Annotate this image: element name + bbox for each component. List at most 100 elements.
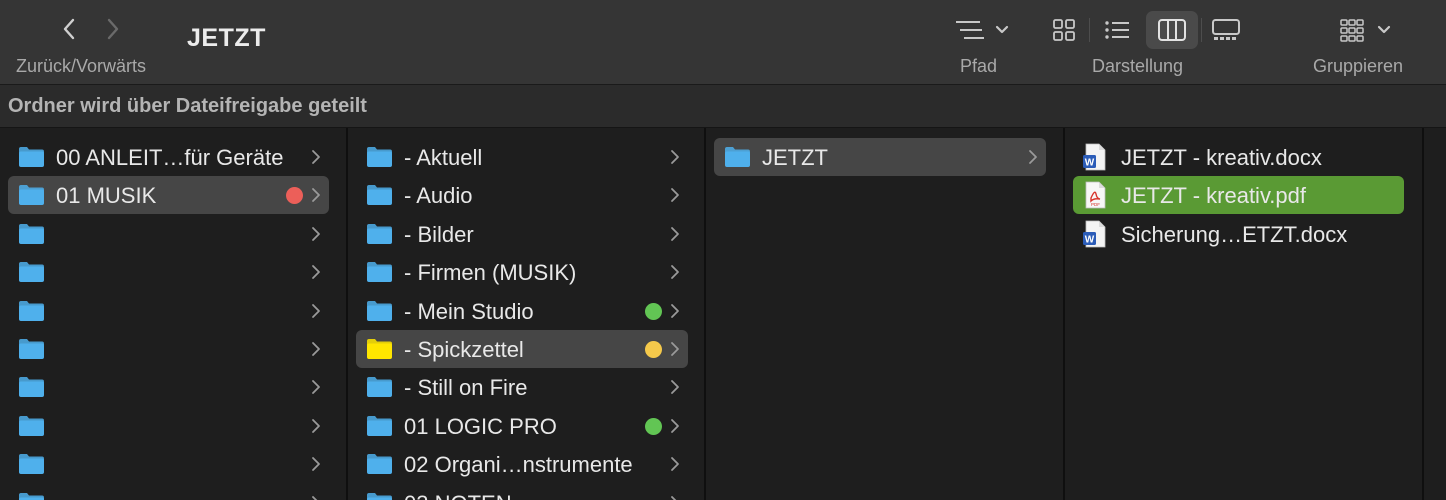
- chevron-right-icon: [311, 303, 321, 319]
- group-caption: Gruppieren: [1313, 56, 1404, 76]
- item-label: 02 Organi…nstrumente: [404, 452, 633, 478]
- folder-icon: [18, 414, 45, 437]
- chevron-right-icon: [311, 456, 321, 472]
- color-tag-red: [286, 187, 303, 205]
- folder-item[interactable]: - Aktuell: [356, 138, 688, 176]
- toolbar-divider: [1089, 18, 1090, 42]
- column-view-button[interactable]: [1156, 16, 1188, 44]
- word-document-icon: W: [1083, 143, 1107, 171]
- color-tag-yellow: [645, 341, 662, 358]
- item-label: - Still on Fire: [404, 375, 528, 401]
- gallery-view-icon: [1212, 19, 1240, 40]
- chevron-right-icon: [311, 341, 321, 357]
- grid-view-button[interactable]: [1050, 16, 1078, 44]
- chevron-right-icon: [670, 379, 680, 395]
- folder-item[interactable]: [8, 215, 329, 253]
- folder-icon: [18, 337, 45, 360]
- folder-icon: [18, 491, 45, 500]
- folder-item[interactable]: [8, 368, 329, 406]
- list-view-button[interactable]: [1103, 16, 1131, 44]
- file-item[interactable]: W Sicherung…ETZT.docx: [1073, 215, 1404, 253]
- svg-text:W: W: [1085, 234, 1095, 245]
- column-4[interactable]: W JETZT - kreativ.docx PDF JETZT - kreativ.…: [1065, 128, 1422, 500]
- file-item[interactable]: W JETZT - kreativ.docx: [1073, 138, 1404, 176]
- share-info-bar: Ordner wird über Dateifreigabe geteilt: [0, 85, 1446, 128]
- folder-item[interactable]: 00 ANLEIT…für Geräte: [8, 138, 329, 176]
- folder-item[interactable]: [8, 407, 329, 445]
- chevron-right-icon: [311, 418, 321, 434]
- folder-item[interactable]: - Still on Fire: [356, 368, 688, 406]
- folder-item[interactable]: - Firmen (MUSIK): [356, 253, 688, 291]
- group-button[interactable]: [1336, 16, 1396, 44]
- folder-icon: [18, 222, 45, 245]
- folder-item[interactable]: - Spickzettel: [356, 330, 688, 368]
- chevron-right-icon: [311, 264, 321, 280]
- folder-item[interactable]: [8, 253, 329, 291]
- chevron-right-icon: [107, 18, 119, 40]
- folder-item[interactable]: [8, 484, 329, 500]
- svg-text:PDF: PDF: [1091, 202, 1100, 207]
- folder-item[interactable]: 02 Organi…nstrumente: [356, 445, 688, 483]
- folder-item[interactable]: 01 LOGIC PRO: [356, 407, 688, 445]
- item-label: - Mein Studio: [404, 298, 534, 324]
- chevron-right-icon: [670, 187, 680, 203]
- folder-icon: [18, 452, 45, 475]
- toolbar: Zurück/Vorwärts JETZT Pfad Darstellung G…: [0, 0, 1446, 85]
- share-info-text: Ordner wird über Dateifreigabe geteilt: [8, 95, 367, 117]
- folder-item[interactable]: - Audio: [356, 176, 688, 214]
- folder-icon: [366, 260, 393, 283]
- item-label: - Spickzettel: [404, 337, 524, 362]
- item-label: - Bilder: [404, 221, 474, 247]
- item-label: - Firmen (MUSIK): [404, 260, 577, 286]
- folder-item[interactable]: [8, 445, 329, 483]
- item-label: JETZT - kreativ.docx: [1121, 145, 1322, 170]
- folder-item[interactable]: [8, 330, 329, 368]
- view-caption: Darstellung: [1092, 56, 1184, 76]
- svg-text:W: W: [1085, 158, 1095, 169]
- forward-button[interactable]: [98, 14, 128, 44]
- nav-caption: Zurück/Vorwärts: [16, 56, 147, 76]
- file-item[interactable]: PDF JETZT - kreativ.pdf: [1073, 176, 1404, 215]
- chevron-right-icon: [670, 303, 680, 319]
- path-caption: Pfad: [960, 56, 998, 76]
- folder-item[interactable]: 03 NOTEN: [356, 484, 688, 500]
- item-label: 01 LOGIC PRO: [404, 413, 557, 439]
- color-tag-green: [645, 302, 662, 320]
- chevron-right-icon: [670, 149, 680, 165]
- item-label: 03 NOTEN: [404, 491, 512, 500]
- folder-item[interactable]: - Mein Studio: [356, 292, 688, 330]
- folder-icon: [366, 222, 393, 245]
- folder-icon: [366, 375, 393, 398]
- folder-item[interactable]: JETZT: [714, 138, 1046, 176]
- chevron-right-icon: [311, 495, 321, 500]
- column-3[interactable]: JETZT: [706, 128, 1063, 500]
- item-label: 00 ANLEIT…für Geräte: [56, 145, 284, 170]
- color-tag-green: [645, 417, 662, 435]
- column-5[interactable]: [1424, 128, 1446, 500]
- folder-icon: [366, 452, 393, 475]
- gallery-view-button[interactable]: [1210, 16, 1242, 44]
- word-document-icon: W: [1083, 220, 1107, 248]
- folder-item[interactable]: [8, 292, 329, 330]
- folder-icon: [18, 183, 45, 206]
- item-label: Sicherung…ETZT.docx: [1121, 221, 1348, 247]
- back-button[interactable]: [54, 14, 84, 44]
- chevron-left-icon: [63, 18, 75, 40]
- column-1[interactable]: 00 ANLEIT…für Geräte 01 MUSIK: [0, 128, 346, 500]
- folder-icon: [366, 414, 393, 437]
- chevron-right-icon: [670, 264, 680, 280]
- path-list-icon: [956, 21, 1009, 39]
- item-label: JETZT - kreativ.pdf: [1121, 183, 1307, 209]
- folder-item[interactable]: 01 MUSIK: [8, 176, 329, 215]
- column-view-icon: [1158, 19, 1186, 41]
- chevron-right-icon: [311, 187, 321, 203]
- path-button[interactable]: [952, 16, 1016, 44]
- chevron-right-icon: [670, 456, 680, 472]
- chevron-right-icon: [670, 226, 680, 242]
- folder-item[interactable]: - Bilder: [356, 215, 688, 253]
- chevron-right-icon: [670, 495, 680, 500]
- window-title: JETZT: [187, 24, 266, 52]
- folder-icon: [366, 145, 393, 168]
- toolbar-divider: [1201, 18, 1202, 42]
- column-2[interactable]: - Aktuell - Audio - Bilder - Firmen (MUSIK)…: [348, 128, 704, 500]
